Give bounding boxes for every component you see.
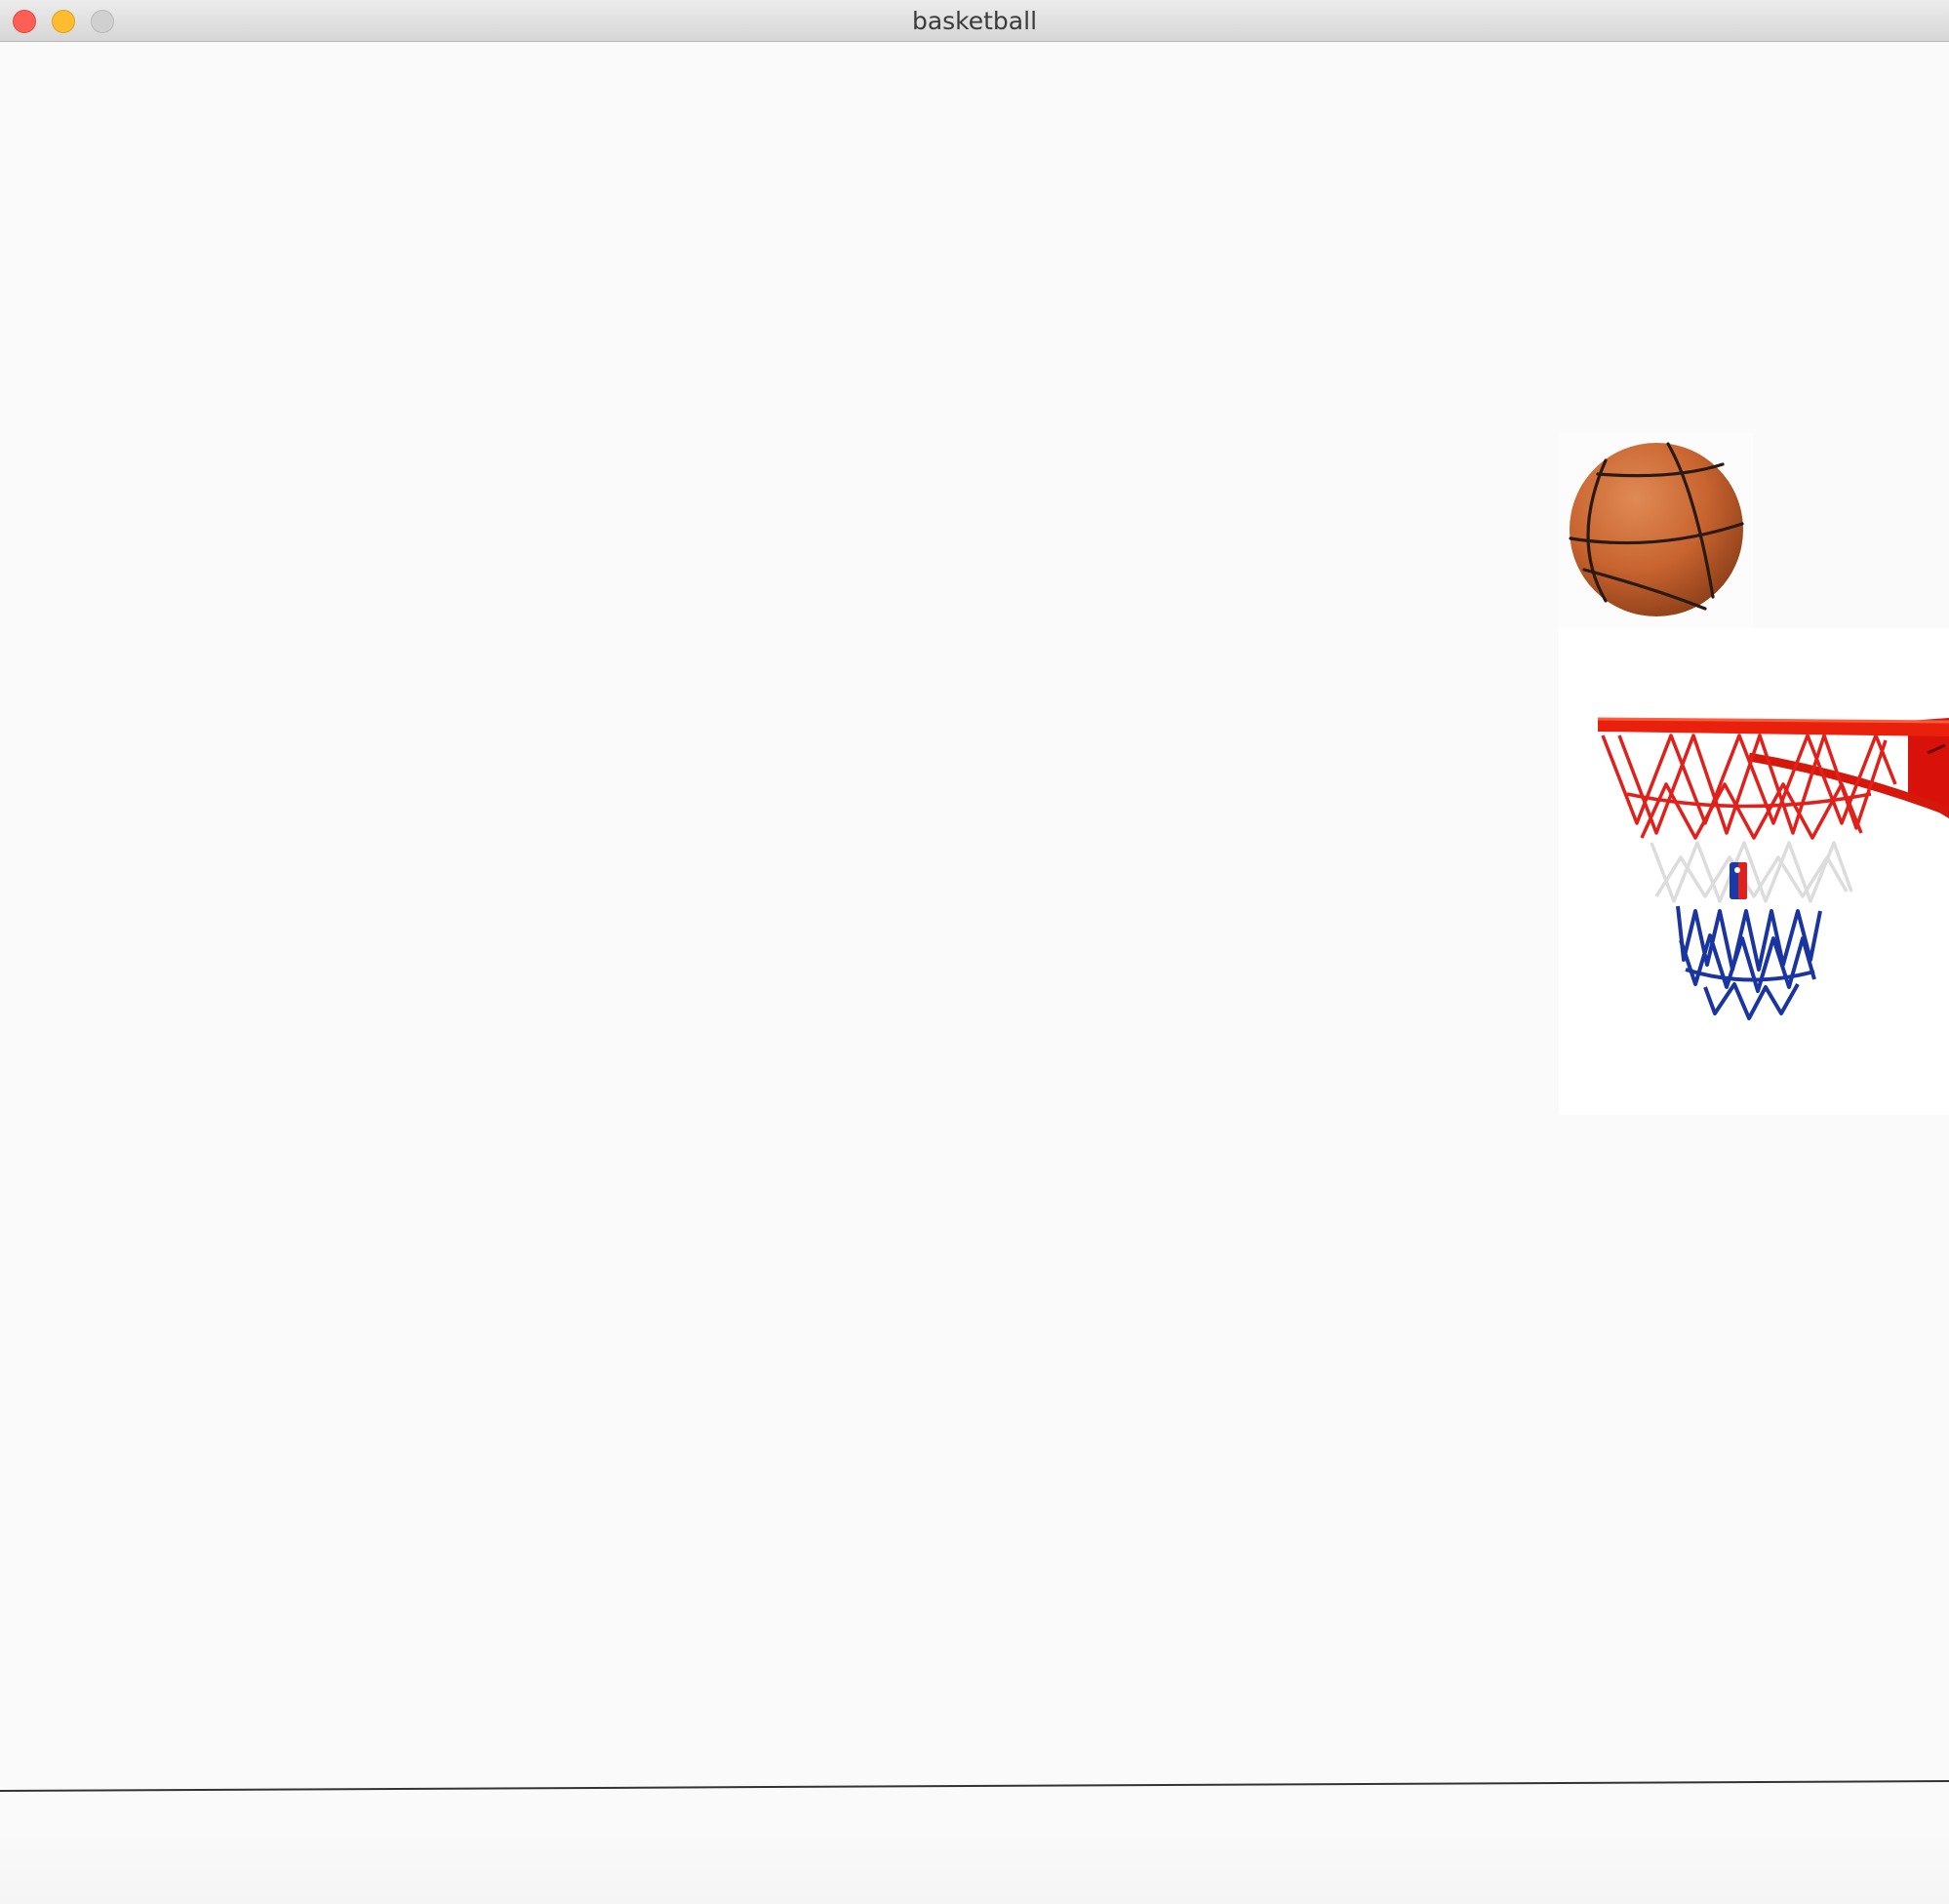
game-canvas[interactable] <box>0 42 1949 1904</box>
app-window: basketball <box>0 0 1949 1904</box>
window-title: basketball <box>911 7 1038 35</box>
ground-line <box>0 1780 1949 1792</box>
bottom-area <box>0 1829 1949 1904</box>
title-bar[interactable]: basketball <box>0 0 1949 42</box>
